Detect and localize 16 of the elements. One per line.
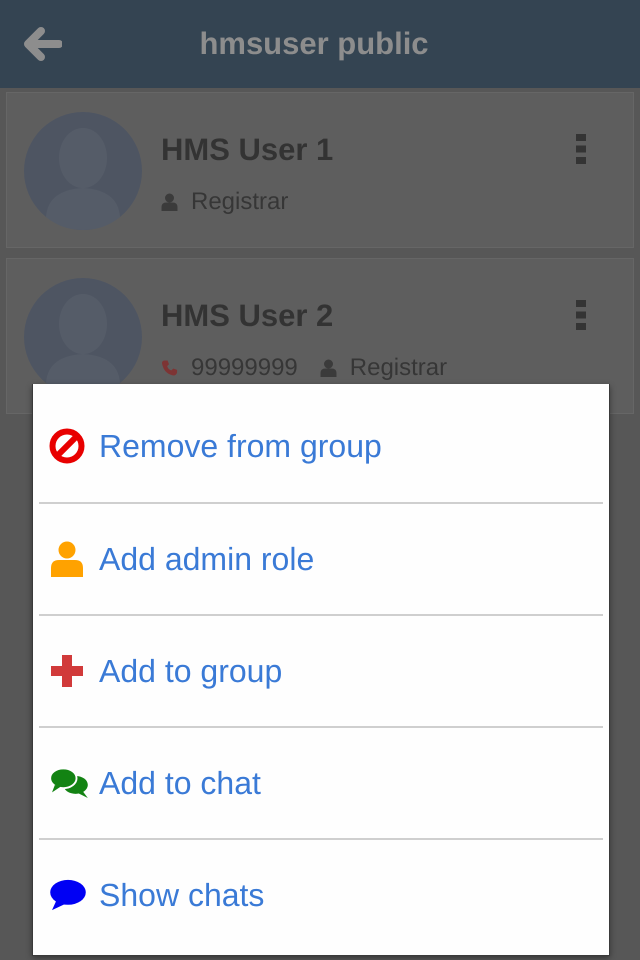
menu-item[interactable]: Show chats <box>39 838 603 950</box>
person-icon <box>51 541 83 577</box>
kebab-menu-icon[interactable] <box>576 300 586 330</box>
phone-icon <box>161 359 178 377</box>
chat-bubble-icon <box>49 879 87 911</box>
kebab-menu-icon[interactable] <box>576 134 586 164</box>
back-arrow-icon[interactable] <box>22 27 62 61</box>
person-icon <box>161 193 178 211</box>
prohibited-icon <box>49 428 85 464</box>
menu-item[interactable]: Add to group <box>39 614 603 726</box>
chat-bubbles-icon <box>49 767 89 799</box>
header-title: hmsuser public <box>199 26 429 62</box>
plus-icon <box>51 655 83 687</box>
menu-item[interactable]: Add admin role <box>39 502 603 614</box>
person-icon <box>320 359 337 377</box>
menu-item[interactable]: Add to chat <box>39 726 603 838</box>
